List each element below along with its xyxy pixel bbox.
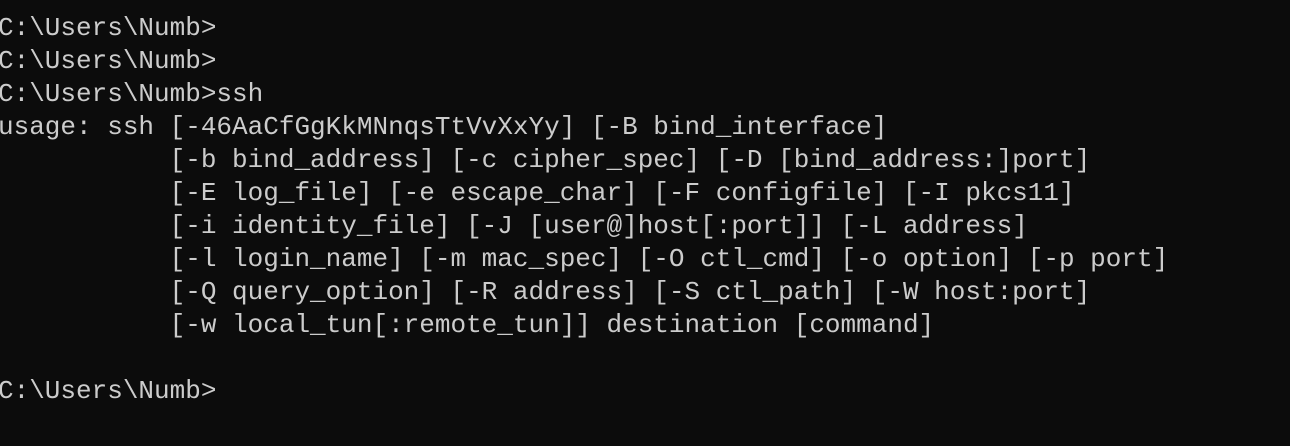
usage-line: [-E log_file] [-e escape_char] [-F confi… (0, 178, 1075, 208)
command-line: C:\Users\Numb>ssh (0, 79, 264, 109)
usage-line: [-w local_tun[:remote_tun]] destination … (0, 310, 935, 340)
current-prompt-line[interactable]: C:\Users\Numb> (0, 375, 1168, 408)
prompt-line: C:\Users\Numb> (0, 46, 217, 76)
usage-line: usage: ssh [-46AaCfGgKkMNnqsTtVvXxYy] [-… (0, 112, 888, 142)
terminal-window[interactable]: C:\Users\Numb> C:\Users\Numb> C:\Users\N… (0, 0, 1290, 446)
usage-line: [-b bind_address] [-c cipher_spec] [-D [… (0, 145, 1091, 175)
usage-line: [-i identity_file] [-J [user@]host[:port… (0, 211, 1028, 241)
terminal-output: C:\Users\Numb> C:\Users\Numb> C:\Users\N… (0, 12, 1168, 408)
prompt-line: C:\Users\Numb> (0, 13, 217, 43)
usage-line: [-Q query_option] [-R address] [-S ctl_p… (0, 277, 1091, 307)
usage-line: [-l login_name] [-m mac_spec] [-O ctl_cm… (0, 244, 1169, 274)
